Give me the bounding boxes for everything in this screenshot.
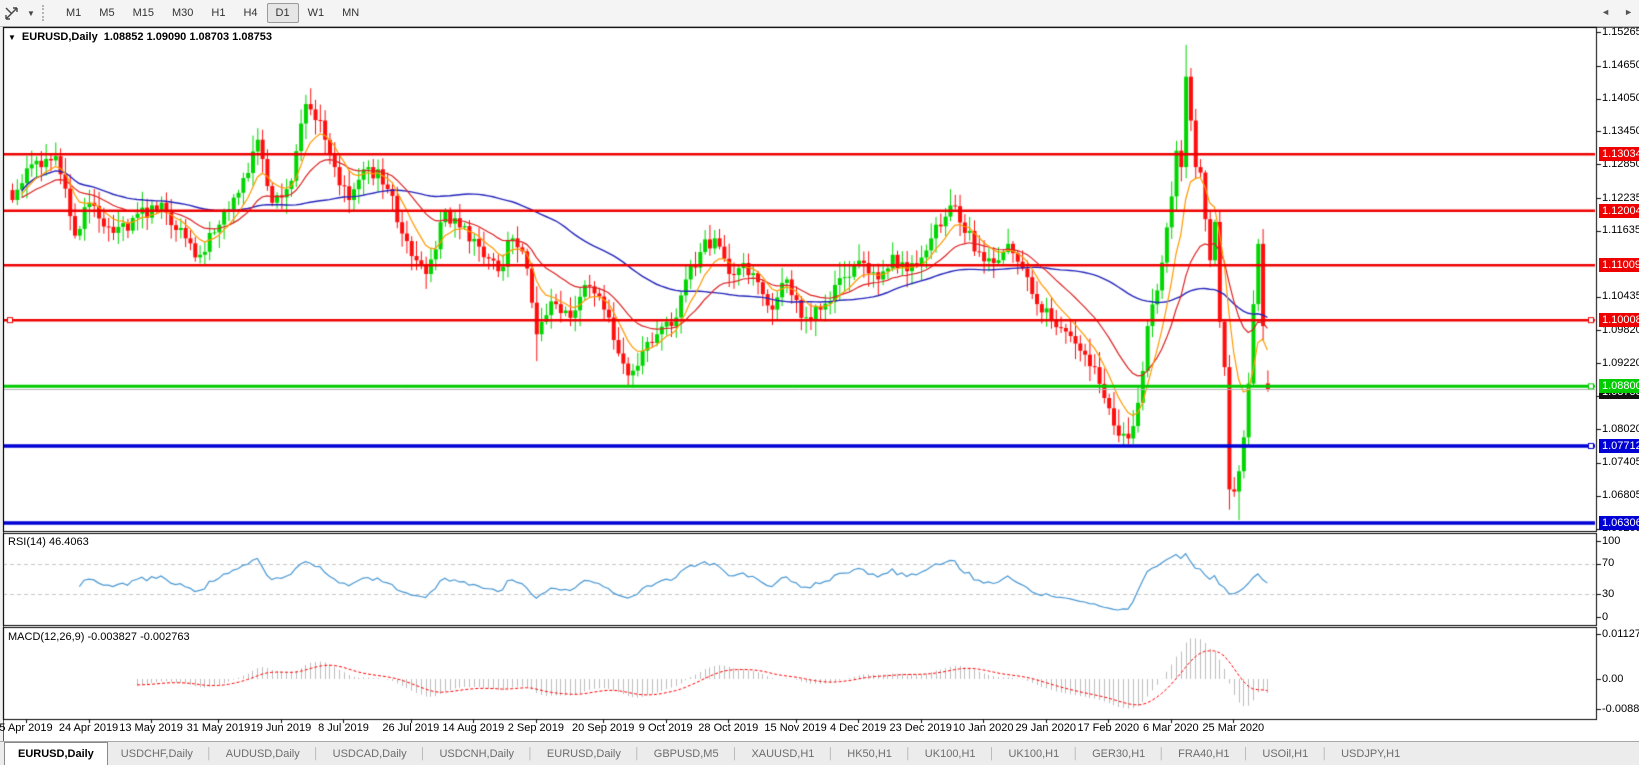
macd-scale-label: 0.011277: [1602, 627, 1639, 640]
tab-separator: │: [1072, 747, 1080, 760]
crosshair-tool-icon[interactable]: [0, 3, 22, 23]
tab-separator: │: [419, 747, 427, 760]
chart-tab-ger30-h1[interactable]: GER30,H1: [1079, 742, 1158, 765]
chart-tab-usdjpy-h1[interactable]: USDJPY,H1: [1328, 742, 1413, 765]
chart-tab-gbpusd-m5[interactable]: GBPUSD,M5: [641, 742, 732, 765]
tab-separator: │: [527, 747, 534, 760]
date-tick-label: 29 Jan 2020: [1015, 722, 1076, 734]
price-tick-label: 1.14050: [1602, 92, 1639, 105]
rsi-scale-label: 0: [1602, 610, 1609, 623]
price-level-label: 1.12004: [1599, 203, 1639, 218]
rsi-indicator-label: RSI(14) 46.4063: [8, 536, 89, 548]
chart-window[interactable]: [3, 27, 1639, 743]
date-tick-label: 24 Apr 2019: [58, 722, 119, 734]
price-tick-label: 1.07405: [1602, 456, 1639, 469]
date-tick-label: 26 Jul 2019: [382, 722, 440, 734]
price-level-label: 1.13034: [1599, 147, 1639, 162]
tab-separator: │: [1242, 747, 1250, 760]
chart-tab-usdchf-daily[interactable]: USDCHF,Daily: [108, 742, 206, 765]
date-tick-label: 2 Sep 2019: [507, 722, 564, 734]
tab-separator: │: [827, 747, 835, 760]
price-level-label: 1.08800: [1599, 379, 1639, 394]
date-tick-label: 23 Dec 2019: [889, 722, 952, 734]
tab-scroll-right-icon[interactable]: ►: [1624, 7, 1633, 17]
tool-dropdown-icon[interactable]: ▼: [24, 3, 38, 23]
timeframe-button-D1[interactable]: D1: [266, 3, 299, 23]
price-level-label: 1.07712: [1599, 438, 1639, 453]
tab-separator: │: [205, 747, 213, 760]
timeframe-button-MN[interactable]: MN: [333, 3, 368, 23]
chart-tab-eurusd-daily[interactable]: EURUSD,Daily: [4, 742, 108, 765]
chart-title: ▼ EURUSD,Daily 1.08852 1.09090 1.08703 1…: [8, 31, 272, 43]
chart-tab-fra40-h1[interactable]: FRA40,H1: [1165, 742, 1242, 765]
tab-separator: │: [312, 747, 320, 760]
price-tick-label: 1.10435: [1602, 290, 1639, 303]
rsi-scale-label: 100: [1602, 534, 1621, 547]
tab-scroll-left-icon[interactable]: ◄: [1601, 7, 1610, 17]
date-tick-label: 8 Jul 2019: [318, 722, 369, 734]
chart-tab-audusd-daily[interactable]: AUDUSD,Daily: [213, 742, 313, 765]
price-level-label: 1.10008: [1599, 313, 1639, 328]
chart-symbol-label: EURUSD,Daily: [21, 31, 98, 43]
chart-tab-xauusd-h1[interactable]: XAUUSD,H1: [738, 742, 827, 765]
macd-scale-label: 0.00: [1602, 672, 1624, 685]
price-tick-label: 1.12235: [1602, 191, 1639, 204]
timeframe-button-H1[interactable]: H1: [202, 3, 234, 23]
chart-ohlc-values: 1.08852 1.09090 1.08703 1.08753: [103, 31, 272, 43]
timeframe-button-group: M1 M5 M15 M30 H1 H4 D1 W1 MN: [57, 3, 368, 23]
toolbar-grip: [42, 5, 51, 21]
price-tick-label: 1.15265: [1602, 25, 1639, 38]
timeframe-button-M15[interactable]: M15: [124, 3, 163, 23]
rsi-scale-label: 30: [1602, 587, 1615, 600]
chart-tab-usdcad-daily[interactable]: USDCAD,Daily: [320, 742, 420, 765]
tab-separator: │: [1158, 747, 1166, 760]
top-toolbar: ▼ M1 M5 M15 M30 H1 H4 D1 W1 MN: [0, 0, 1639, 27]
macd-scale-label: -0.008845: [1602, 702, 1639, 715]
price-tick-label: 1.08020: [1602, 422, 1639, 435]
chart-tab-uk100-h1[interactable]: UK100,H1: [912, 742, 989, 765]
date-tick-label: 14 Aug 2019: [442, 722, 505, 734]
date-tick-label: 10 Jan 2020: [952, 722, 1014, 734]
date-tick-label: 13 May 2019: [119, 722, 183, 734]
symbol-triangle-icon: ▼: [8, 32, 16, 42]
timeframe-button-M5[interactable]: M5: [90, 3, 123, 23]
date-tick-label: 5 Apr 2019: [0, 722, 53, 734]
tab-separator: │: [988, 747, 996, 760]
price-tick-label: 1.13450: [1602, 124, 1639, 137]
timeframe-button-H4[interactable]: H4: [234, 3, 266, 23]
timeframe-button-W1[interactable]: W1: [299, 3, 334, 23]
tab-scroll-arrows: ◄ ►: [1601, 0, 1633, 23]
tab-separator: │: [633, 747, 641, 760]
price-tick-label: 1.11635: [1602, 224, 1639, 237]
price-tick-label: 1.09220: [1602, 356, 1639, 369]
date-tick-label: 15 Nov 2019: [764, 722, 827, 734]
price-level-label: 1.06306: [1599, 516, 1639, 531]
date-tick-label: 19 Jun 2019: [250, 722, 312, 734]
date-tick-label: 25 Mar 2020: [1202, 722, 1265, 734]
chart-tab-uk100-h1[interactable]: UK100,H1: [995, 742, 1072, 765]
date-tick-label: 28 Oct 2019: [698, 722, 759, 734]
date-tick-label: 9 Oct 2019: [638, 722, 693, 734]
tab-separator: │: [731, 747, 739, 760]
chart-tab-bar: EURUSD,Daily USDCHF,Daily │ AUDUSD,Daily │ US…: [0, 741, 1639, 765]
chart-tab-eurusd-daily[interactable]: EURUSD,Daily: [534, 742, 634, 765]
tab-separator: │: [1321, 747, 1329, 760]
date-tick-label: 6 Mar 2020: [1142, 722, 1199, 734]
macd-indicator-label: MACD(12,26,9) -0.003827 -0.002763: [8, 631, 190, 643]
chart-tab-hk50-h1[interactable]: HK50,H1: [834, 742, 905, 765]
timeframe-button-M1[interactable]: M1: [57, 3, 90, 23]
date-tick-label: 17 Feb 2020: [1077, 722, 1140, 734]
chart-tab-usoil-h1[interactable]: USOil,H1: [1249, 742, 1321, 765]
chart-tab-usdcnh-daily[interactable]: USDCNH,Daily: [426, 742, 527, 765]
price-level-label: 1.11009: [1599, 258, 1639, 273]
price-tick-label: 1.06805: [1602, 489, 1639, 502]
tab-separator: │: [904, 747, 912, 760]
rsi-scale-label: 70: [1602, 557, 1615, 570]
timeframe-button-M30[interactable]: M30: [163, 3, 202, 23]
date-tick-label: 4 Dec 2019: [829, 722, 887, 734]
price-tick-label: 1.14650: [1602, 59, 1639, 72]
date-tick-label: 31 May 2019: [186, 722, 251, 734]
date-tick-label: 20 Sep 2019: [571, 722, 635, 734]
